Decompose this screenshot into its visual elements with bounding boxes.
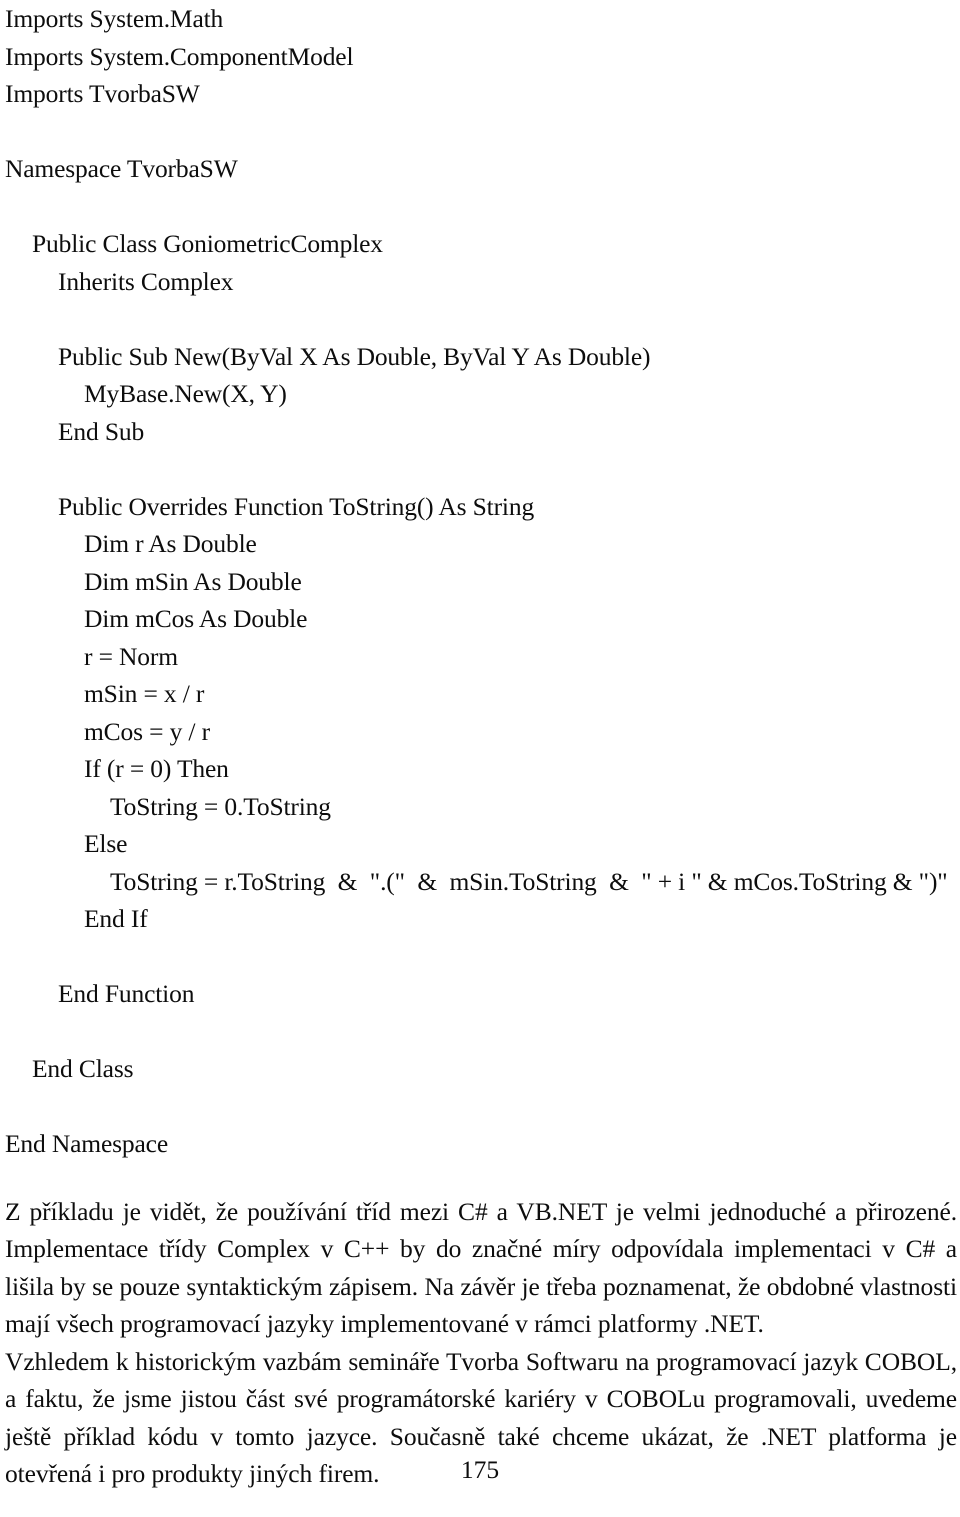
- vb-code-blank-line: [5, 300, 957, 338]
- vb-code-listing: Imports System.Math Imports System.Compon…: [5, 0, 957, 1163]
- vb-code-line: End Function: [58, 979, 195, 1008]
- vb-code-line: End Class: [32, 1054, 134, 1083]
- vb-code-line: Imports System.Math: [5, 4, 224, 33]
- prose-line: ještě příklad kódu v tomto jazyce. Souča…: [5, 1421, 957, 1451]
- vb-code-line: Dim mCos As Double: [84, 604, 308, 633]
- vb-code-line: If (r = 0) Then: [84, 754, 229, 783]
- prose-line: mají všech programovací jazyky implement…: [5, 1309, 764, 1338]
- vb-code-line: MyBase.New(X, Y): [84, 379, 287, 408]
- vb-code-blank-line: [5, 188, 957, 226]
- prose-line: Z příkladu je vidět, že používání tříd m…: [5, 1196, 957, 1226]
- page-number: 175: [460, 1455, 500, 1484]
- prose-line: Vzhledem k historickým vazbám semináře T…: [5, 1346, 957, 1376]
- vb-code-blank-line: [5, 113, 957, 151]
- prose-paragraph: Z příkladu je vidět, že používání tříd m…: [5, 1193, 957, 1493]
- vb-code-line: mSin = x / r: [84, 679, 205, 708]
- vb-code-line: Public Class GoniometricComplex: [32, 229, 383, 258]
- vb-code-line: End If: [84, 904, 148, 933]
- vb-code-line: End Namespace: [5, 1129, 169, 1158]
- vb-code-line: mCos = y / r: [84, 716, 210, 746]
- prose-line: lišila by se pouze syntaktickým zápisem.…: [5, 1271, 957, 1301]
- vb-code-blank-line: [5, 450, 957, 488]
- vb-code-line: Imports TvorbaSW: [5, 79, 200, 108]
- vb-code-line: Public Overrides Function ToString() As …: [58, 491, 535, 521]
- prose-line: a faktu, že jsme jistou část své program…: [5, 1384, 957, 1413]
- document-page: Imports System.Math Imports System.Compon…: [0, 0, 960, 1517]
- vb-code-line: Public Sub New(ByVal X As Double, ByVal …: [58, 341, 651, 371]
- vb-code-blank-line: [5, 1013, 957, 1051]
- vb-code-line: ToString = r.ToString & ".(" & mSin.ToSt…: [110, 866, 948, 896]
- vb-code-line: ToString = 0.ToString: [110, 791, 331, 821]
- vb-code-line: Inherits Complex: [58, 266, 234, 296]
- spacer-code-to-prose: [5, 1163, 957, 1193]
- vb-code-line: Dim r As Double: [84, 529, 257, 558]
- vb-code-line: Imports System.ComponentModel: [5, 41, 354, 71]
- vb-code-blank-line: [5, 938, 957, 976]
- vb-code-line: Namespace TvorbaSW: [5, 154, 238, 183]
- prose-line: Implementace třídy Complex v C++ by do z…: [5, 1234, 957, 1263]
- page-content: Imports System.Math Imports System.Compon…: [5, 0, 957, 1517]
- vb-code-blank-line: [5, 1088, 957, 1126]
- vb-code-line: Else: [84, 829, 128, 858]
- spacer-prose-to-cobol: [5, 1493, 957, 1517]
- vb-code-line: End Sub: [58, 416, 145, 446]
- vb-code-line: r = Norm: [84, 641, 178, 671]
- vb-code-line: Dim mSin As Double: [84, 566, 302, 596]
